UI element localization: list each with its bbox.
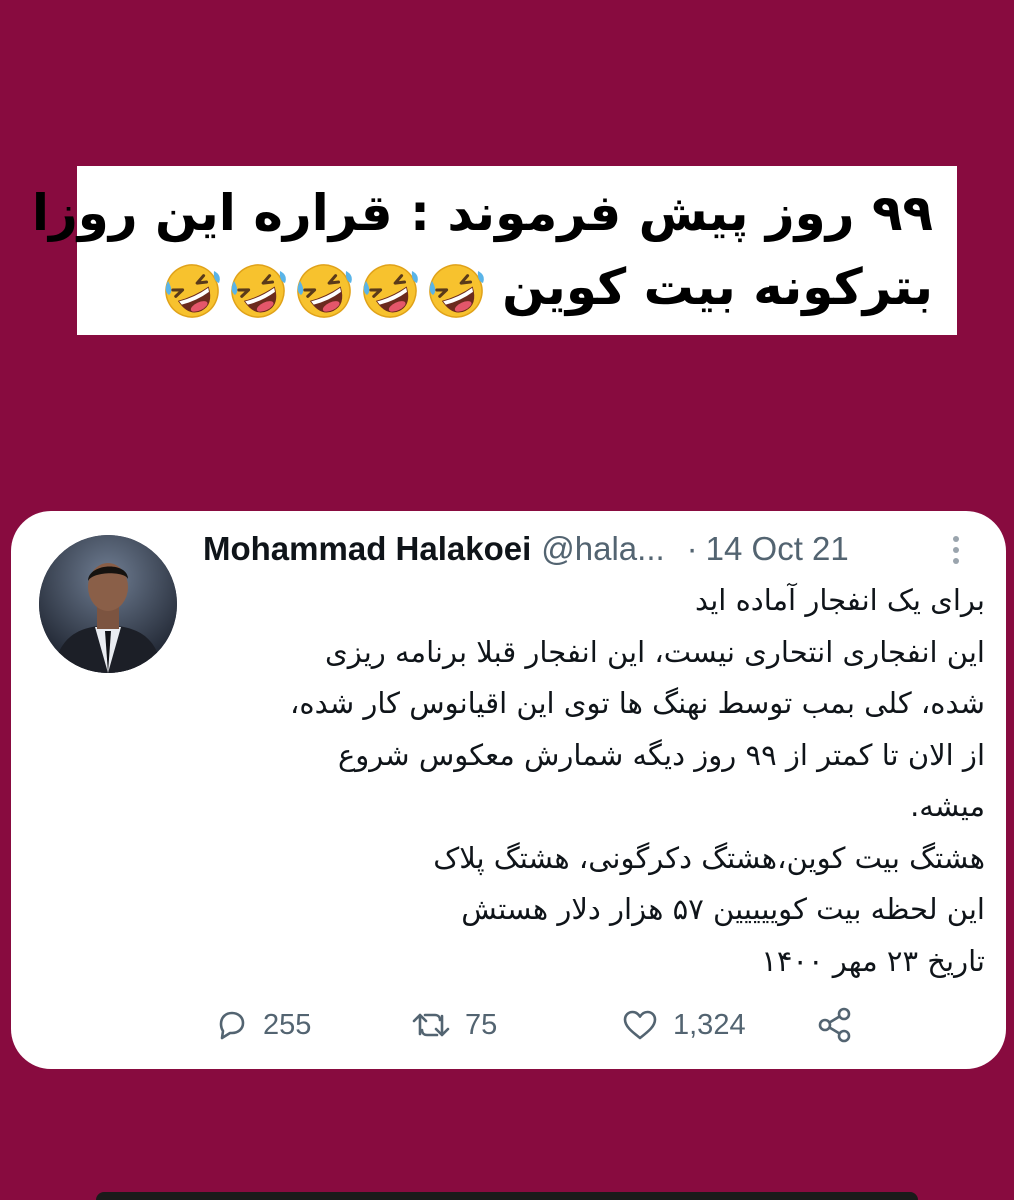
tweet-line: برای یک انفجار آماده اید xyxy=(695,583,985,617)
rolling-on-floor-laughing-emoji xyxy=(165,263,220,318)
tweet-card[interactable]: Mohammad Halakoei @hala... · 14 Oct 21 ب… xyxy=(11,511,1006,1069)
rolling-on-floor-laughing-emoji xyxy=(297,263,352,318)
like-icon xyxy=(623,1010,657,1040)
retweet-button[interactable]: 75 xyxy=(411,1001,497,1049)
tweet-line: هشتگ بیت کوین،هشتگ دکرگونی، هشتگ پلاک xyxy=(433,840,985,875)
author-handle[interactable]: @hala... xyxy=(541,530,664,568)
tweet-body: برای یک انفجار آماده اید این انفجاری انت… xyxy=(203,575,985,987)
caption-line-2-text: بترکونه بیت کوین xyxy=(502,258,933,316)
bottom-bar xyxy=(96,1192,918,1200)
caption-line-2: بترکونه بیت کوین xyxy=(101,250,933,324)
rolling-on-floor-laughing-emoji xyxy=(231,263,286,318)
caption-line-1: ۹۹ روز پیش فرموند : قراره این روزا xyxy=(31,184,933,242)
share-icon xyxy=(818,1007,851,1043)
like-button[interactable]: 1,324 xyxy=(621,1001,746,1049)
tweet-line: میشه. xyxy=(910,789,985,823)
tweet-date[interactable]: 14 Oct 21 xyxy=(706,530,849,568)
tweet-line: از الان تا کمتر از ۹۹ روز دیگه شمارش معک… xyxy=(338,737,985,772)
reply-count: 255 xyxy=(263,1008,312,1041)
tweet-header: Mohammad Halakoei @hala... · 14 Oct 21 xyxy=(203,529,849,569)
reply-button[interactable]: 255 xyxy=(213,1001,311,1049)
tweet-line: تاریخ ۲۳ مهر ۱۴۰۰ xyxy=(761,943,985,978)
emoji-group xyxy=(162,261,486,321)
author-name[interactable]: Mohammad Halakoei xyxy=(203,530,531,568)
reply-icon xyxy=(219,1011,245,1040)
retweet-icon xyxy=(412,1013,450,1037)
header-separator: · xyxy=(686,530,698,567)
tweet-line: این لحظه بیت کوییییین ۵۷ هزار دلار هستش xyxy=(461,892,985,926)
avatar[interactable] xyxy=(39,535,177,673)
rolling-on-floor-laughing-emoji xyxy=(429,263,484,318)
rolling-on-floor-laughing-emoji xyxy=(363,263,418,318)
retweet-count: 75 xyxy=(465,1008,498,1041)
caption-banner: ۹۹ روز پیش فرموند : قراره این روزا بترکو… xyxy=(31,166,957,335)
tweet-line: شده، کلی بمب توسط نهنگ ها توی این اقیانو… xyxy=(290,686,985,720)
like-count: 1,324 xyxy=(673,1008,746,1041)
tweet-line: این انفجاری انتحاری نیست، این انفجار قبل… xyxy=(325,634,985,669)
more-options-icon[interactable] xyxy=(951,533,961,567)
share-button[interactable] xyxy=(815,1001,855,1049)
tweet-actions: 255 75 1,324 xyxy=(203,1001,903,1049)
